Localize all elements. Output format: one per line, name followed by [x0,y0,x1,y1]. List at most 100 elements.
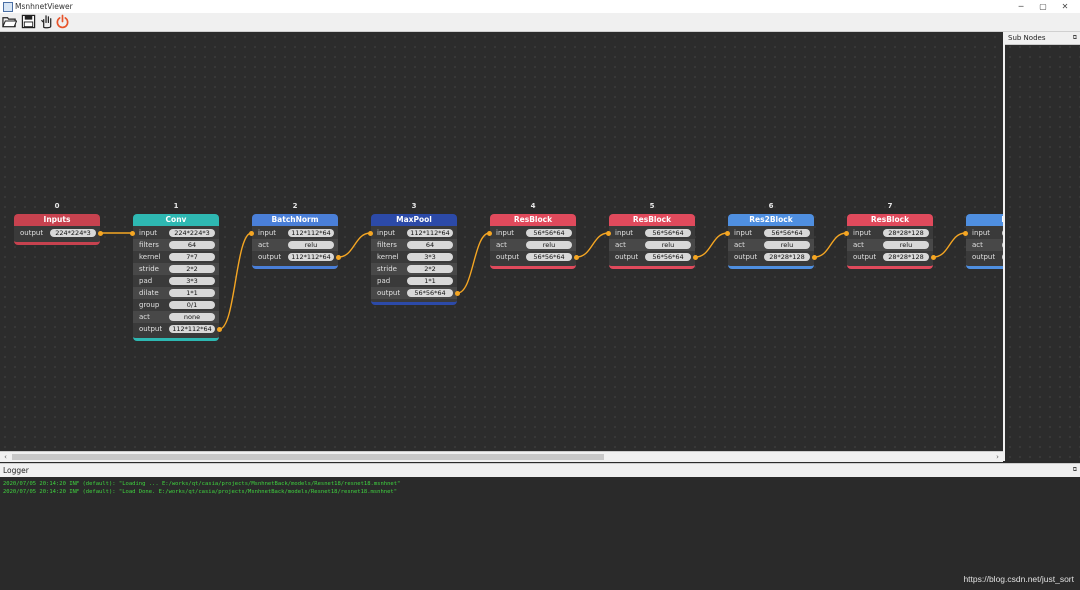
port-value-field[interactable]: 64 [169,241,215,249]
node-edge [457,232,490,294]
window-title: MsnhnetViewer [15,2,73,11]
graph-node[interactable]: 1 Conv input 224*224*3 filters 64 kernel 7*7 str… [130,202,222,341]
node-index: 5 [649,202,655,210]
hand-icon[interactable] [39,14,54,29]
port-label: input [615,229,634,237]
port-value-field[interactable]: 56*56*64 [764,229,810,237]
output-port-dot[interactable] [455,290,460,296]
input-port-dot[interactable] [606,230,611,236]
port-row: input 224*224*3 [130,227,219,239]
port-label: act [615,241,626,249]
graph-node[interactable]: 5 ResBlock input 56*56*64 act relu output 56*56… [606,202,698,269]
close-button[interactable]: ✕ [1055,0,1075,13]
port-row: input 112*112*64 [368,227,457,239]
logger-output[interactable]: 2020/07/05 20:14:20 INF (default): "Load… [0,477,1080,590]
node-body: input 56*56*64 act relu output 56*56*64 [487,226,579,269]
port-value-field[interactable]: relu [526,241,572,249]
port-row: pad 1*1 [371,275,457,287]
graph-node[interactable]: 2 BatchNorm input 112*112*64 act relu output 11… [249,202,341,269]
port-value-field[interactable]: 1*1 [407,277,453,285]
input-port-dot[interactable] [844,230,849,236]
port-value-field[interactable]: 28*28*128 [883,253,929,261]
port-value-field[interactable]: 3*3 [407,253,453,261]
port-value-field[interactable]: 56*56*64 [526,229,572,237]
port-value-field[interactable]: 28*28*128 [764,253,810,261]
output-port-dot[interactable] [931,254,936,260]
graph-node[interactable]: 4 ResBlock input 56*56*64 act relu output 56*56… [487,202,579,269]
port-value-field[interactable]: 2*2 [407,265,453,273]
port-value-field[interactable]: 56*56*64 [407,289,453,297]
port-value-field[interactable]: 2*2 [169,265,215,273]
port-row: act [966,239,1003,251]
port-row: output 112*112*64 [252,251,341,263]
scrollbar-thumb[interactable] [12,454,604,460]
input-port-dot[interactable] [368,230,373,236]
graph-node[interactable]: Res input act output [963,214,1003,269]
float-icon[interactable]: ⧉ [1073,464,1077,476]
input-port-dot[interactable] [130,230,135,236]
graph-node[interactable]: 6 Res2Block input 56*56*64 act relu output 28*2… [725,202,817,269]
port-value-field[interactable]: 1*1 [169,289,215,297]
port-value-field[interactable]: relu [645,241,691,249]
output-port-dot[interactable] [98,230,103,236]
port-value-field[interactable]: 64 [407,241,453,249]
node-edge [338,232,371,258]
input-port-dot[interactable] [249,230,254,236]
port-value-field[interactable]: 0/1 [169,301,215,309]
output-port-dot[interactable] [217,326,222,332]
port-value-field[interactable]: 28*28*128 [883,229,929,237]
graph-node[interactable]: 3 MaxPool input 112*112*64 filters 64 kernel 3*… [368,202,460,305]
port-value-field[interactable]: 224*224*3 [169,229,215,237]
port-value-field[interactable]: relu [883,241,929,249]
power-icon[interactable] [55,14,70,29]
title-bar: MsnhnetViewer ─ ▢ ✕ [0,0,1080,14]
port-value-field[interactable]: 224*224*3 [50,229,96,237]
node-title: Res2Block [728,214,814,226]
horizontal-scrollbar[interactable]: ‹ › [0,451,1003,462]
port-label: output [377,289,401,297]
save-image-icon[interactable] [21,14,36,29]
node-index: 4 [530,202,536,210]
port-value-field[interactable]: 3*3 [169,277,215,285]
port-value-field[interactable]: relu [288,241,334,249]
graph-node[interactable]: 7 ResBlock input 28*28*128 act relu output 28*2… [844,202,936,269]
port-value-field[interactable]: 112*112*64 [169,325,215,333]
input-port-dot[interactable] [487,230,492,236]
port-row: act relu [252,239,338,251]
log-line: 2020/07/05 20:14:20 INF (default): "Load… [3,489,398,495]
node-edge [695,232,728,258]
output-port-dot[interactable] [812,254,817,260]
open-folder-icon[interactable] [2,14,17,29]
port-value-field[interactable]: 56*56*64 [645,229,691,237]
node-edge [576,232,609,258]
port-row: filters 64 [371,239,457,251]
node-index: 0 [54,202,60,210]
output-port-dot[interactable] [693,254,698,260]
log-line: 2020/07/05 20:14:20 INF (default): "Load… [3,481,401,487]
node-body: input act output [963,226,1003,269]
maximize-button[interactable]: ▢ [1033,0,1053,13]
port-label: output [615,253,639,261]
port-value-field[interactable]: 112*112*64 [288,253,334,261]
graph-canvas[interactable]: 0 Inputs output 224*224*3 1 Conv input 224*224*… [0,32,1003,451]
port-row: dilate 1*1 [133,287,219,299]
port-value-field[interactable]: 7*7 [169,253,215,261]
port-value-field[interactable]: 56*56*64 [526,253,572,261]
input-port-dot[interactable] [963,230,968,236]
port-row: output 56*56*64 [371,287,460,299]
port-value-field[interactable]: 112*112*64 [407,229,453,237]
scroll-right-arrow-icon[interactable]: › [993,452,1002,462]
scroll-left-arrow-icon[interactable]: ‹ [1,452,10,462]
float-icon[interactable]: ⧉ [1073,32,1077,44]
output-port-dot[interactable] [574,254,579,260]
node-title: MaxPool [371,214,457,226]
output-port-dot[interactable] [336,254,341,260]
input-port-dot[interactable] [725,230,730,236]
port-label: input [734,229,753,237]
port-value-field[interactable]: relu [764,241,810,249]
port-value-field[interactable]: none [169,313,215,321]
port-value-field[interactable]: 112*112*64 [288,229,334,237]
port-value-field[interactable]: 56*56*64 [645,253,691,261]
minimize-button[interactable]: ─ [1011,0,1031,13]
graph-node[interactable]: 0 Inputs output 224*224*3 [14,202,103,245]
